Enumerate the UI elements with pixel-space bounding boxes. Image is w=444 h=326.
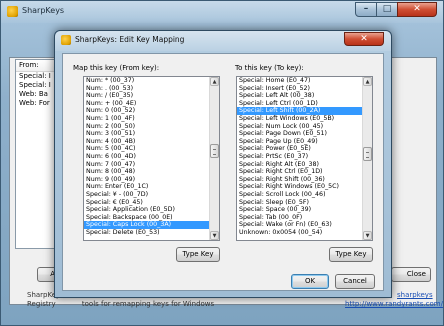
- selected-list-item[interactable]: Special: Caps Lock (00_3A): [84, 221, 219, 229]
- list-item[interactable]: Num: 6 (00_4D): [84, 153, 219, 161]
- window-controls: – □ ✕: [355, 2, 437, 17]
- list-item[interactable]: Num: 1 (00_4F): [84, 115, 219, 123]
- list-item[interactable]: Special: Left Ctrl (00_1D): [237, 100, 372, 108]
- dialog-close-button[interactable]: ✕: [344, 32, 384, 46]
- scroll-down-arrow-icon[interactable]: ▼: [363, 231, 372, 240]
- list-item[interactable]: Special: Page Up (E0_49): [237, 138, 372, 146]
- list-item[interactable]: Special: Right Shift (00_36): [237, 176, 372, 184]
- list-item[interactable]: Special: Power (E0_5E): [237, 145, 372, 153]
- close-window-button[interactable]: ✕: [397, 2, 437, 17]
- list-item[interactable]: Num: 0 (00_52): [84, 107, 219, 115]
- website-link[interactable]: http://www.randyrants.com/: [345, 300, 443, 308]
- from-type-key-button[interactable]: Type Key: [176, 247, 220, 262]
- from-key-label: Map this key (From key):: [73, 64, 160, 72]
- close-button[interactable]: Close: [391, 267, 431, 282]
- status-registry-text: Registry: [27, 300, 56, 308]
- cancel-button[interactable]: Cancel: [335, 274, 375, 289]
- to-key-items: Special: Home (E0_47) Special: Insert (E0…: [237, 77, 372, 236]
- list-item[interactable]: Num: / (E0_35): [84, 92, 219, 100]
- to-key-label: To this key (To key):: [235, 64, 304, 72]
- scroll-up-arrow-icon[interactable]: ▲: [210, 77, 219, 86]
- list-item[interactable]: Num: 9 (00_49): [84, 176, 219, 184]
- list-item[interactable]: Special: Sleep (E0_5F): [237, 199, 372, 207]
- list-item[interactable]: Special: Left Windows (E0_5B): [237, 115, 372, 123]
- dialog-client-area: Map this key (From key): To this key (To…: [62, 53, 384, 291]
- list-item[interactable]: Num: 2 (00_50): [84, 123, 219, 131]
- list-item[interactable]: Special: Application (E0_5D): [84, 206, 219, 214]
- list-item[interactable]: Special: Backspace (00_0E): [84, 214, 219, 222]
- list-item[interactable]: Special: Insert (E0_52): [237, 85, 372, 93]
- to-scrollbar[interactable]: ▲ ▼: [362, 77, 372, 240]
- list-item[interactable]: Num: 3 (00_51): [84, 130, 219, 138]
- list-item[interactable]: Num: 8 (00_48): [84, 168, 219, 176]
- from-scrollbar[interactable]: ▲ ▼: [209, 77, 219, 240]
- ok-button[interactable]: OK: [291, 274, 329, 289]
- list-item[interactable]: Special: Delete (E0_53): [84, 229, 219, 237]
- list-item[interactable]: Unknown: 0x0054 (00_54): [237, 229, 372, 237]
- to-type-key-button[interactable]: Type Key: [329, 247, 373, 262]
- from-key-items: Num: * (00_37) Num: . (00_53) Num: / (E0_3…: [84, 77, 219, 236]
- dialog-title-bar[interactable]: SharpKeys: Edit Key Mapping ✕: [55, 31, 391, 51]
- list-item[interactable]: Num: 4 (00_4B): [84, 138, 219, 146]
- list-item[interactable]: Num: 5 (00_4C): [84, 145, 219, 153]
- list-item[interactable]: Special: Home (E0_47): [237, 77, 372, 85]
- sharpkeys-app-icon: [61, 35, 71, 45]
- maximize-button[interactable]: □: [376, 2, 398, 17]
- list-item[interactable]: Num: * (00_37): [84, 77, 219, 85]
- list-item[interactable]: Special: Left Alt (00_38): [237, 92, 372, 100]
- list-item[interactable]: Special: Scroll Lock (00_46): [237, 191, 372, 199]
- sharpkeys-link[interactable]: sharpkeys: [397, 291, 433, 299]
- minimize-button[interactable]: –: [355, 2, 377, 17]
- list-item[interactable]: Num: . (00_53): [84, 85, 219, 93]
- scroll-thumb[interactable]: [363, 147, 372, 161]
- list-item[interactable]: Special: Right Alt (E0_38): [237, 161, 372, 169]
- status-tagline: tools for remapping keys for Windows: [81, 300, 215, 308]
- from-key-listbox[interactable]: Num: * (00_37) Num: . (00_53) Num: / (E0_3…: [83, 76, 220, 241]
- list-item[interactable]: Special: Wake (or Fn) (E0_63): [237, 221, 372, 229]
- list-item[interactable]: Special: Page Down (E0_51): [237, 130, 372, 138]
- list-item[interactable]: Num: Enter (E0_1C): [84, 183, 219, 191]
- scroll-thumb[interactable]: [210, 144, 219, 158]
- list-item[interactable]: Num: + (00_4E): [84, 100, 219, 108]
- list-item[interactable]: Num: 7 (00_47): [84, 161, 219, 169]
- to-key-listbox[interactable]: Special: Home (E0_47) Special: Insert (E0…: [236, 76, 373, 241]
- scroll-up-arrow-icon[interactable]: ▲: [363, 77, 372, 86]
- dialog-title: SharpKeys: Edit Key Mapping: [75, 35, 185, 44]
- list-item[interactable]: Special: ¥ - (00_7D): [84, 191, 219, 199]
- sharpkeys-app-icon: [7, 6, 18, 17]
- list-item[interactable]: Special: Tab (00_0F): [237, 214, 372, 222]
- selected-list-item[interactable]: Special: Left Shift (00_2A): [237, 107, 372, 115]
- list-item[interactable]: Special: € (E0_45): [84, 199, 219, 207]
- list-item[interactable]: Special: Space (00_39): [237, 206, 372, 214]
- list-item[interactable]: Special: Right Ctrl (E0_1D): [237, 168, 372, 176]
- main-window-title: SharpKeys: [22, 6, 65, 15]
- scroll-down-arrow-icon[interactable]: ▼: [210, 231, 219, 240]
- main-title-bar[interactable]: SharpKeys – □ ✕: [1, 1, 443, 23]
- edit-key-mapping-dialog: SharpKeys: Edit Key Mapping ✕ Map this k…: [54, 30, 392, 298]
- list-item[interactable]: Special: Right Windows (E0_5C): [237, 183, 372, 191]
- list-item[interactable]: Special: PrtSc (E0_37): [237, 153, 372, 161]
- list-item[interactable]: Special: Num Lock (00_45): [237, 123, 372, 131]
